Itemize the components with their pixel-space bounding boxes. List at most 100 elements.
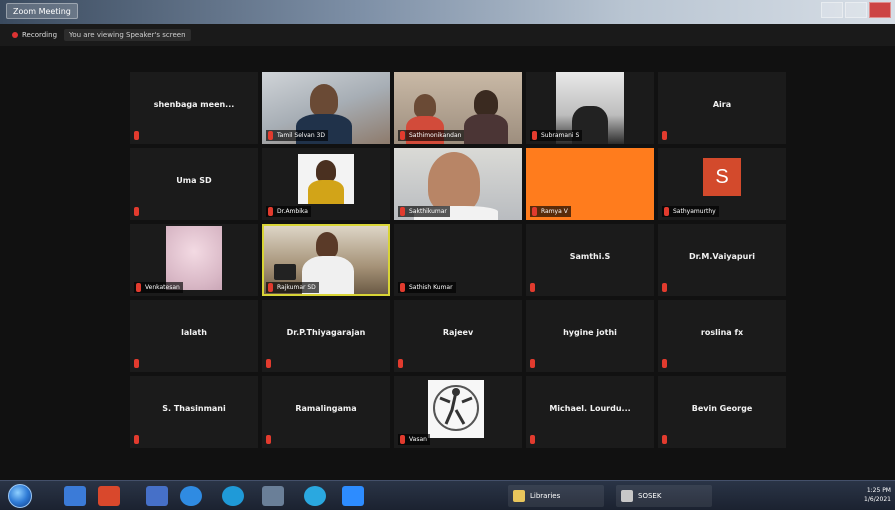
participant-tile[interactable]: Samthi.S (526, 224, 654, 296)
participant-tile[interactable]: Sathish Kumar (394, 224, 522, 296)
participant-name: Dr.P.Thiyagarajan (286, 328, 366, 337)
recording-bar: Recording You are viewing Speaker's scre… (0, 24, 895, 46)
person-body (308, 180, 344, 204)
participant-name: Rajeev (442, 328, 474, 337)
mic-muted-icon (664, 207, 669, 216)
participant-tile[interactable]: Aira (658, 72, 786, 144)
view-options-dropdown[interactable]: You are viewing Speaker's screen (64, 29, 191, 41)
participant-name: Bevin George (691, 404, 753, 413)
video-feed (428, 380, 484, 438)
participant-tile-video[interactable]: Dr.Ambika (262, 148, 390, 220)
participant-label: Sathish Kumar (398, 282, 456, 293)
participant-tile[interactable]: roslina fx (658, 300, 786, 372)
chrome-icon[interactable] (304, 486, 326, 506)
participant-tile[interactable]: Michael. Lourdu... (526, 376, 654, 448)
mic-muted-icon (268, 207, 273, 216)
participant-label: Vasan (398, 434, 430, 445)
participant-label: Ramya V (530, 206, 571, 217)
clock-date: 1/6/2021 (864, 496, 891, 503)
participant-label: Venkatesan (134, 282, 183, 293)
participant-tile[interactable]: Uma SD (130, 148, 258, 220)
participant-label: Dr.Ambika (266, 206, 311, 217)
participant-tile-video[interactable]: Sakthikumar (394, 148, 522, 220)
participant-tile[interactable]: hygine jothi (526, 300, 654, 372)
participant-tile[interactable]: Rajeev (394, 300, 522, 372)
window-titlebar: Zoom Meeting (0, 0, 895, 24)
participant-label: Subramani S (530, 130, 583, 141)
mic-muted-icon (400, 131, 405, 140)
record-icon (12, 32, 18, 38)
participant-tile-video[interactable]: Tamil Selvan 3D (262, 72, 390, 144)
minimize-button[interactable] (821, 2, 843, 18)
maximize-button[interactable] (845, 2, 867, 18)
window-controls (821, 2, 891, 18)
close-button[interactable] (869, 2, 891, 18)
participant-tile[interactable]: Dr.P.Thiyagarajan (262, 300, 390, 372)
taskbar-button-sosek[interactable]: SOSEK (616, 485, 712, 507)
participant-name: Uma SD (176, 176, 212, 185)
taskbar-button-libraries[interactable]: Libraries (508, 485, 604, 507)
ie-icon[interactable] (180, 486, 202, 506)
app-icon[interactable] (146, 486, 168, 506)
media-player-icon[interactable] (98, 486, 120, 506)
mic-muted-icon (400, 435, 405, 444)
system-tray-clock[interactable]: 1:25 PM 1/6/2021 (864, 486, 891, 504)
participant-tile-video[interactable]: Sathimonikandan (394, 72, 522, 144)
participant-label: Sathyamurthy (662, 206, 719, 217)
mic-muted-icon (134, 207, 139, 216)
participant-tile[interactable]: S. Thasinmani (130, 376, 258, 448)
mic-muted-icon (532, 131, 537, 140)
person-head (316, 232, 338, 258)
mic-muted-icon (398, 359, 403, 368)
mic-muted-icon (268, 283, 273, 292)
mic-muted-icon (530, 283, 535, 292)
active-speaker-tile[interactable]: Rajkumar SD (262, 224, 390, 296)
participant-name: lalath (181, 328, 207, 337)
mic-muted-icon (134, 359, 139, 368)
participant-tile-video[interactable]: Subramani S (526, 72, 654, 144)
mic-muted-icon (136, 283, 141, 292)
person-head (316, 160, 336, 182)
video-feed (166, 226, 222, 290)
participant-tile[interactable]: Bevin George (658, 376, 786, 448)
participant-tile-avatar[interactable]: S Sathyamurthy (658, 148, 786, 220)
participant-name: Samthi.S (569, 252, 611, 261)
participant-name: Dr.M.Vaiyapuri (688, 252, 756, 261)
folder-icon (513, 490, 525, 502)
person-head (474, 90, 498, 116)
participant-tile[interactable]: Dr.M.Vaiyapuri (658, 224, 786, 296)
edge-icon[interactable] (222, 486, 244, 506)
avatar: S (703, 158, 741, 196)
participant-label: Rajkumar SD (266, 282, 319, 293)
nataraja-image (433, 385, 479, 431)
participant-name: hygine jothi (563, 328, 617, 337)
participant-tile[interactable]: Ramalingama (262, 376, 390, 448)
zoom-icon[interactable] (342, 486, 364, 506)
explorer-icon[interactable] (64, 486, 86, 506)
person-body (464, 114, 508, 144)
participant-label: Sakthikumar (398, 206, 450, 217)
mic-muted-icon (266, 359, 271, 368)
participant-tile-video[interactable]: Venkatesan (130, 224, 258, 296)
windows-taskbar: Libraries SOSEK 1:25 PM 1/6/2021 (0, 480, 895, 510)
mic-muted-icon (268, 131, 273, 140)
app-icon (621, 490, 633, 502)
participant-label: Tamil Selvan 3D (266, 130, 328, 141)
participant-tile[interactable]: shenbaga meen... (130, 72, 258, 144)
participant-name: Ramalingama (295, 404, 357, 413)
app-icon[interactable] (262, 486, 284, 506)
windows-start-icon[interactable] (8, 484, 32, 508)
participant-tile-video[interactable]: Vasan (394, 376, 522, 448)
clock-time: 1:25 PM (866, 487, 891, 494)
participant-tile-video[interactable]: Ramya V (526, 148, 654, 220)
participant-name: S. Thasinmani (162, 404, 226, 413)
mic-muted-icon (662, 359, 667, 368)
mic-muted-icon (266, 435, 271, 444)
participant-name: shenbaga meen... (153, 100, 235, 109)
participant-tile[interactable]: lalath (130, 300, 258, 372)
mic-muted-icon (530, 359, 535, 368)
participant-name: Michael. Lourdu... (549, 404, 631, 413)
person-head (428, 152, 480, 212)
window-title: Zoom Meeting (6, 3, 78, 19)
mic-muted-icon (532, 207, 537, 216)
